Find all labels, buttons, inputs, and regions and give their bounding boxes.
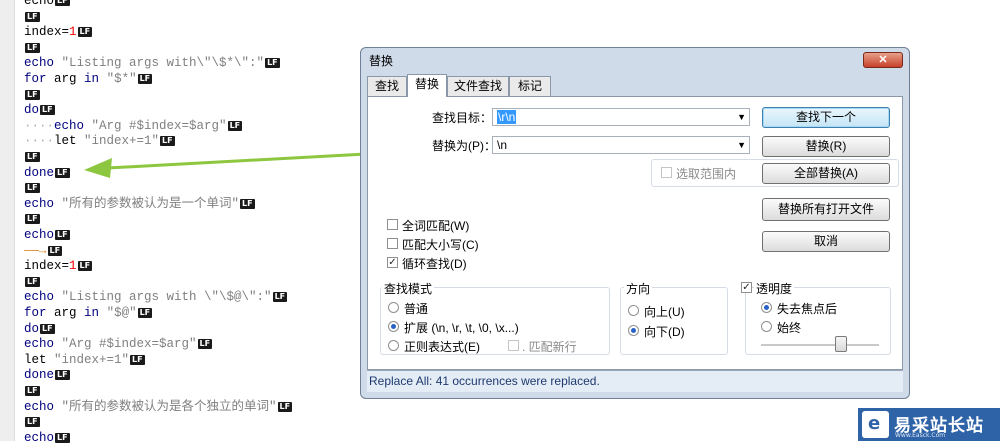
status-message: Replace All: 41 occurrences were replace… — [369, 374, 600, 388]
find-combobox[interactable]: \r\n ▼ — [492, 108, 750, 126]
wrap-around-checkbox[interactable]: ✓ — [387, 257, 398, 268]
tab-find-in-files[interactable]: 文件查找 — [447, 76, 509, 96]
direction-title: 方向 — [624, 280, 653, 297]
site-logo: e — [862, 411, 889, 438]
replace-button[interactable]: 替换(R) — [762, 136, 890, 157]
tab-mark[interactable]: 标记 — [509, 76, 551, 96]
watermark-url: Www.Easck.Com — [895, 432, 946, 439]
tab-replace[interactable]: 替换 — [407, 74, 447, 97]
in-selection-label: 选取范围内 — [676, 167, 737, 181]
direction-up-radio[interactable] — [628, 305, 639, 316]
checkmark-icon: ✓ — [388, 257, 397, 268]
mode-normal-radio[interactable] — [388, 302, 399, 313]
match-case-checkbox[interactable] — [387, 238, 398, 249]
find-label: 查找目标： — [432, 111, 493, 125]
mode-regex-label: 正则表达式(E) — [404, 340, 480, 354]
transparency-always-radio[interactable] — [761, 321, 772, 332]
match-case-label: 匹配大小写(C) — [402, 238, 479, 252]
status-bar: Replace All: 41 occurrences were replace… — [367, 370, 903, 392]
direction-group — [620, 287, 728, 355]
find-next-button[interactable]: 查找下一个 — [762, 107, 890, 128]
arrow-head — [84, 158, 112, 178]
whole-word-label: 全词匹配(W) — [402, 219, 470, 233]
close-icon: ✕ — [878, 54, 888, 66]
chevron-down-icon[interactable]: ▼ — [737, 137, 746, 153]
dialog-titlebar[interactable]: 替换 ✕ — [361, 48, 909, 72]
site-watermark: e 易采站长站 Www.Easck.Com — [858, 408, 1000, 441]
replace-input[interactable]: \n — [497, 138, 507, 152]
dot-newline-label: . 匹配新行 — [522, 340, 577, 354]
find-input[interactable]: \r\n — [497, 110, 517, 124]
in-selection-checkbox[interactable] — [661, 167, 672, 178]
transparency-lose-focus-label: 失去焦点后 — [777, 302, 838, 316]
replace-label: 替换为(P)： — [432, 139, 496, 153]
close-button[interactable]: ✕ — [863, 52, 903, 68]
mode-extended-label: 扩展 (\n, \r, \t, \0, \x...) — [404, 321, 519, 335]
transparency-slider-thumb[interactable] — [835, 336, 848, 352]
transparency-always-label: 始终 — [777, 321, 802, 335]
logo-letter: e — [868, 413, 881, 434]
mode-regex-radio[interactable] — [388, 340, 399, 351]
cancel-button[interactable]: 取消 — [762, 231, 890, 252]
mode-extended-radio[interactable] — [388, 321, 399, 332]
dialog-title: 替换 — [369, 54, 394, 68]
mode-normal-label: 普通 — [404, 302, 429, 316]
transparency-slider-track[interactable] — [761, 344, 879, 346]
direction-down-radio[interactable] — [628, 325, 639, 336]
direction-down-label: 向下(D) — [644, 325, 685, 339]
search-mode-title: 查找模式 — [382, 280, 435, 297]
whole-word-checkbox[interactable] — [387, 219, 398, 230]
chevron-down-icon[interactable]: ▼ — [737, 109, 746, 125]
replace-all-open-files-button[interactable]: 替换所有打开文件 — [762, 198, 890, 221]
direction-up-label: 向上(U) — [644, 305, 685, 319]
transparency-checkbox[interactable]: ✓ — [741, 282, 752, 293]
replace-all-button[interactable]: 全部替换(A) — [762, 163, 890, 184]
replace-combobox[interactable]: \n ▼ — [492, 136, 750, 154]
wrap-around-label: 循环查找(D) — [402, 257, 467, 271]
replace-dialog: 替换 ✕ 查找 替换 文件查找 标记 查找目标： \r\n ▼ 替换为(P)： … — [360, 47, 910, 399]
checkmark-icon: ✓ — [742, 282, 751, 293]
replace-panel: 查找目标： \r\n ▼ 替换为(P)： \n ▼ 查找下一个 替换(R) 选取… — [367, 96, 903, 370]
transparency-lose-focus-radio[interactable] — [761, 302, 772, 313]
transparency-label: 透明度 — [754, 280, 795, 297]
dot-newline-checkbox[interactable] — [508, 340, 519, 351]
tab-find[interactable]: 查找 — [367, 76, 407, 96]
